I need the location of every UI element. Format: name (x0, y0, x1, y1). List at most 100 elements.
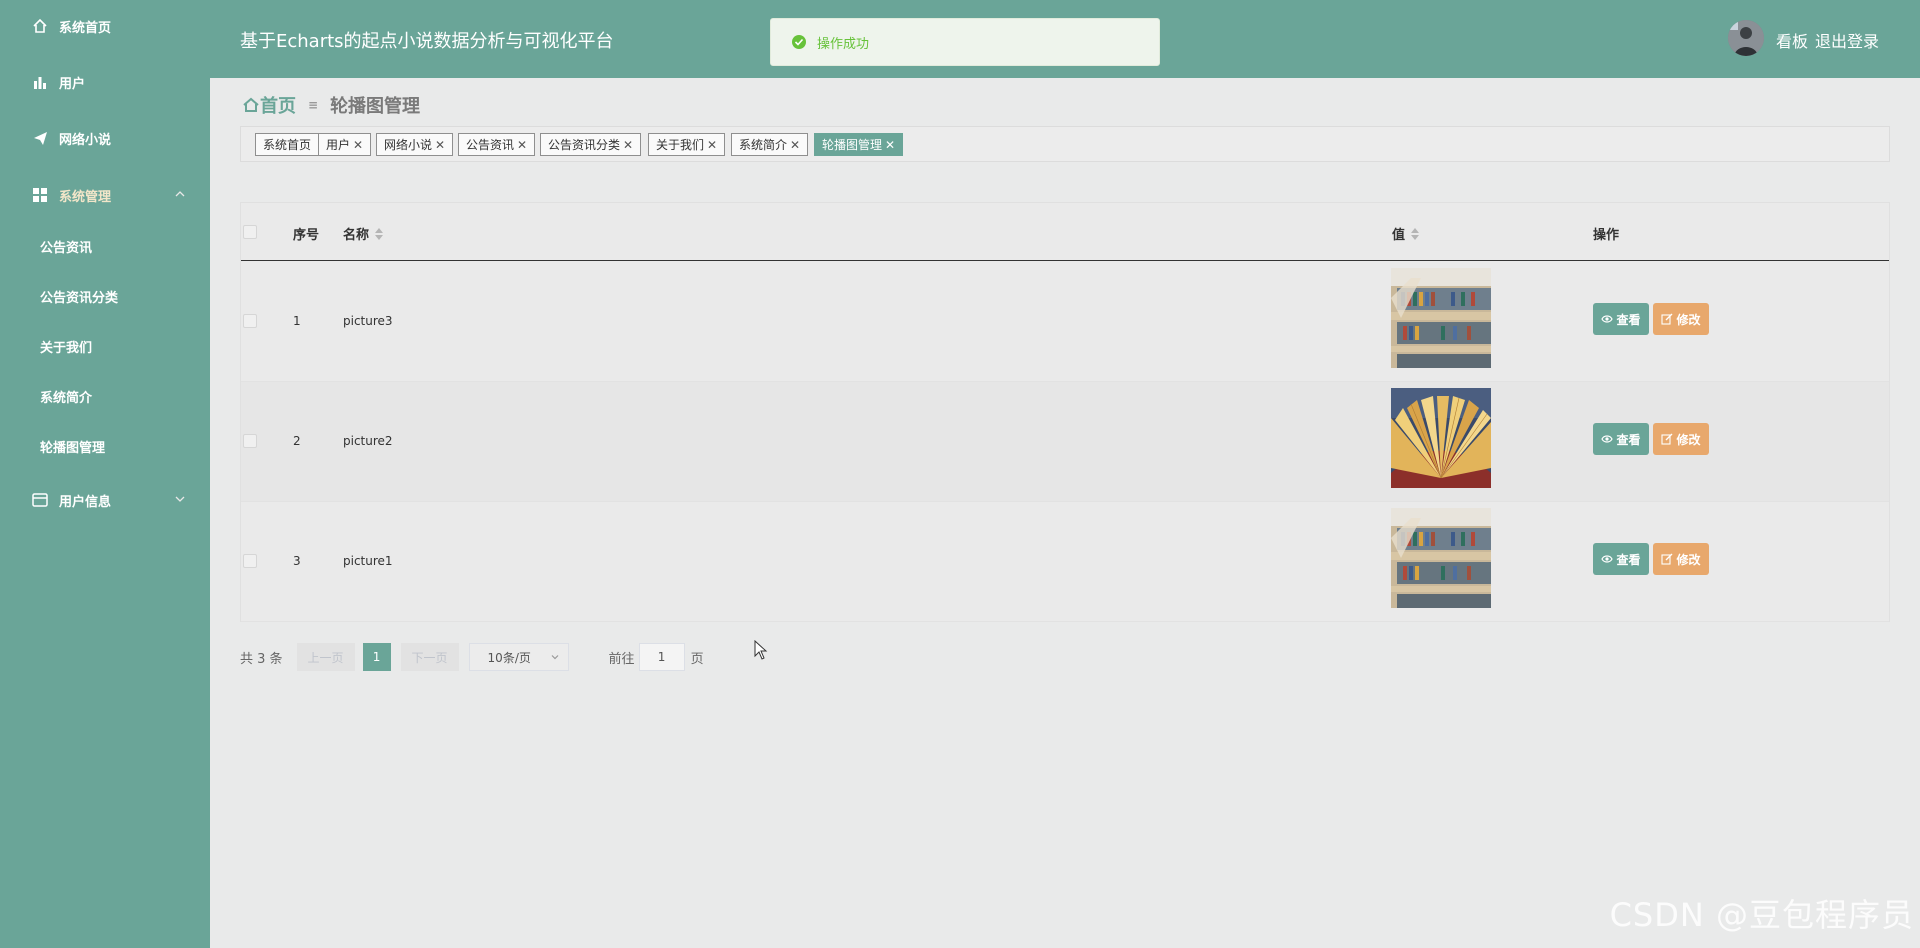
tag-label: 公告资讯 (466, 138, 515, 152)
prev-page-button[interactable]: 上一页 (296, 643, 355, 671)
bar-chart-icon (31, 73, 49, 91)
sidebar-item-novels[interactable]: 网络小说 (0, 118, 210, 158)
tag-home[interactable]: 系统首页 (255, 133, 320, 156)
dashboard-link[interactable]: 看板 (1776, 28, 1808, 52)
table-row: 2 picture2 查看 修改 (241, 382, 1889, 502)
tag-users[interactable]: 用户 ✕ (318, 133, 372, 156)
carousel-image-thumbnail[interactable] (1391, 508, 1491, 608)
close-icon[interactable]: ✕ (353, 138, 363, 152)
sidebar-item-home[interactable]: 系统首页 (0, 6, 210, 46)
sidebar-item-system[interactable]: 系统管理 (0, 175, 210, 215)
row-checkbox[interactable] (243, 434, 257, 448)
view-button[interactable]: 查看 (1593, 543, 1649, 575)
submenu-label: 关于我们 (40, 340, 93, 356)
goto-page-input[interactable] (638, 643, 685, 671)
eye-icon (1601, 315, 1614, 323)
edit-button[interactable]: 修改 (1653, 423, 1709, 455)
tag-about-us[interactable]: 关于我们 ✕ (648, 133, 726, 156)
view-button-label: 查看 (1616, 312, 1641, 327)
breadcrumb-home[interactable]: 首页 (242, 92, 296, 118)
sidebar-item-users[interactable]: 用户 (0, 62, 210, 102)
watermark: CSDN @豆包程序员 (1609, 896, 1914, 934)
logout-link[interactable]: 退出登录 (1815, 28, 1879, 52)
submenu-item-carousel[interactable]: 轮播图管理 (0, 428, 210, 464)
success-circle-icon (791, 34, 807, 50)
edit-button-label: 修改 (1676, 312, 1701, 327)
close-icon[interactable]: ✕ (885, 138, 895, 152)
mouse-cursor-icon (754, 639, 768, 664)
carousel-table: 序号 名称 值 操作 1 picture3 查看 修改 2 picture2 查… (240, 202, 1890, 622)
column-label: 序号 (293, 228, 320, 243)
sidebar-item-label: 用户信息 (59, 494, 112, 510)
tag-label: 公告资讯分类 (548, 138, 621, 152)
app-title: 基于Echarts的起点小说数据分析与可视化平台 (240, 31, 614, 52)
tag-carousel[interactable]: 轮播图管理 ✕ (814, 133, 904, 156)
column-label: 名称 (343, 228, 370, 243)
tag-label: 关于我们 (656, 138, 705, 152)
column-header-actions: 操作 (1593, 224, 1619, 243)
close-icon[interactable]: ✕ (435, 138, 445, 152)
tag-announcement-categories[interactable]: 公告资讯分类 ✕ (540, 133, 642, 156)
tag-label: 系统简介 (739, 138, 788, 152)
sidebar-item-user-info[interactable]: 用户信息 (0, 480, 210, 520)
tag-novels[interactable]: 网络小说 ✕ (376, 133, 454, 156)
submenu-label: 公告资讯分类 (40, 290, 119, 306)
column-header-name[interactable]: 名称 (343, 224, 384, 243)
page-size-select[interactable]: 10条/页 (468, 643, 569, 671)
row-index: 3 (293, 554, 301, 568)
close-icon[interactable]: ✕ (707, 138, 717, 152)
row-checkbox[interactable] (243, 554, 257, 568)
submenu-item-about-us[interactable]: 关于我们 (0, 328, 210, 364)
select-all-checkbox[interactable] (243, 225, 257, 239)
submenu-item-announcements[interactable]: 公告资讯 (0, 228, 210, 264)
column-header-index: 序号 (293, 224, 319, 243)
eye-icon (1601, 435, 1614, 443)
column-header-value[interactable]: 值 (1392, 224, 1420, 243)
submenu-item-system-intro[interactable]: 系统简介 (0, 378, 210, 414)
close-icon[interactable]: ✕ (517, 138, 527, 152)
edit-icon (1661, 553, 1673, 565)
tag-system-intro[interactable]: 系统简介 ✕ (731, 133, 809, 156)
toast-message: 操作成功 (817, 36, 870, 52)
edit-button[interactable]: 修改 (1653, 543, 1709, 575)
tags-view-bar: 系统首页 用户 ✕ 网络小说 ✕ 公告资讯 ✕ 公告资讯分类 ✕ 关于我们 ✕ 系统简介 ✕… (240, 126, 1890, 162)
row-index: 1 (293, 314, 301, 328)
breadcrumb-home-label: 首页 (260, 96, 296, 117)
home-icon (31, 17, 49, 35)
submenu-label: 系统简介 (40, 390, 93, 406)
view-button[interactable]: 查看 (1593, 303, 1649, 335)
row-checkbox[interactable] (243, 314, 257, 328)
close-icon[interactable]: ✕ (790, 138, 800, 152)
view-button[interactable]: 查看 (1593, 423, 1649, 455)
close-icon[interactable]: ✕ (623, 138, 633, 152)
view-button-label: 查看 (1616, 432, 1641, 447)
submenu-item-announcement-categories[interactable]: 公告资讯分类 (0, 278, 210, 314)
carousel-image-thumbnail[interactable] (1391, 388, 1491, 488)
page-number-button[interactable]: 1 (362, 643, 391, 671)
sidebar-item-label: 系统首页 (59, 20, 112, 36)
page-suffix: 页 (690, 651, 704, 667)
chevron-up-icon (174, 188, 188, 202)
breadcrumb-separator: ≡ (308, 98, 319, 112)
tag-announcements[interactable]: 公告资讯 ✕ (458, 133, 536, 156)
tag-label: 轮播图管理 (822, 138, 883, 152)
sort-icon[interactable] (1411, 227, 1420, 240)
submenu-label: 轮播图管理 (40, 440, 106, 456)
edit-button[interactable]: 修改 (1653, 303, 1709, 335)
avatar[interactable] (1728, 20, 1764, 56)
table-row: 3 picture1 查看 修改 (241, 502, 1889, 622)
sort-icon[interactable] (375, 227, 384, 240)
card-icon (31, 491, 49, 509)
edit-icon (1661, 313, 1673, 325)
row-name: picture1 (343, 554, 393, 568)
next-page-button[interactable]: 下一页 (400, 643, 459, 671)
carousel-image-thumbnail[interactable] (1391, 268, 1491, 368)
sidebar: 系统首页 用户 网络小说 系统管理 公告资讯 公告资讯分类 关于我们 系统简介 … (0, 0, 210, 948)
sidebar-item-label: 网络小说 (59, 132, 112, 148)
success-toast: 操作成功 (770, 18, 1160, 66)
pagination-total: 共 3 条 (240, 651, 283, 667)
edit-button-label: 修改 (1676, 552, 1701, 567)
edit-button-label: 修改 (1676, 432, 1701, 447)
sidebar-item-label: 用户 (59, 76, 86, 92)
home-icon (243, 97, 259, 112)
